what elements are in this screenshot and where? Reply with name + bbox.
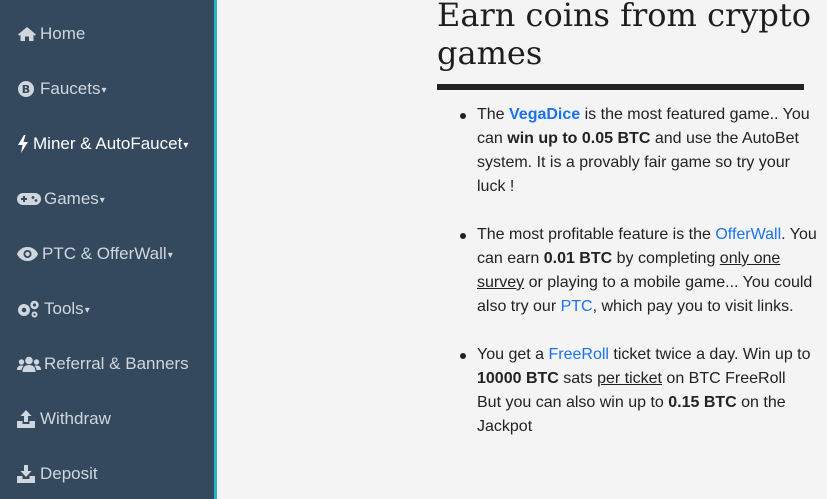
ptc-link[interactable]: PTC [561, 298, 593, 315]
text: ticket twice a day. Win up to [608, 346, 811, 363]
vegadice-link[interactable]: VegaDice [509, 106, 580, 123]
eye-icon [17, 245, 41, 263]
feature-list: The VegaDice is the most featured game..… [460, 103, 817, 463]
page-title: Earn coins from crypto games [437, 0, 811, 72]
freeroll-link[interactable]: FreeRoll [548, 346, 608, 363]
underlined-text: per ticket [597, 370, 662, 387]
main-content: Earn coins from crypto games The VegaDic… [220, 0, 827, 499]
cogs-icon [17, 300, 43, 318]
download-icon [17, 465, 39, 483]
sidebar-item-label: Miner & AutoFaucet [33, 134, 183, 153]
sidebar-item-label: Tools [44, 299, 84, 318]
dropdown-caret: ▾ [84, 305, 90, 316]
sidebar-item-miner-autofaucet[interactable]: Miner & AutoFaucet ▾ [17, 134, 188, 154]
highlight-text: win up to 0.05 BTC [507, 130, 651, 147]
sidebar-item-label: Home [40, 24, 86, 43]
text: You get a [477, 346, 549, 363]
sidebar-item-label: Withdraw [40, 409, 111, 428]
dropdown-caret: ▾ [183, 140, 189, 151]
sidebar-item-games[interactable]: Games ▾ [17, 189, 105, 209]
sidebar: Home B Faucets ▾ Miner & AutoFaucet ▾ Ga… [0, 0, 217, 499]
highlight-text: 10000 BTC [477, 370, 559, 387]
sidebar-item-faucets[interactable]: B Faucets ▾ [17, 79, 107, 99]
dropdown-caret: ▾ [101, 85, 107, 96]
dropdown-caret: ▾ [167, 250, 173, 261]
sidebar-item-label: Games [44, 189, 99, 208]
home-icon [17, 25, 39, 43]
list-item-vegadice: The VegaDice is the most featured game..… [460, 103, 817, 199]
text: sats [558, 370, 598, 387]
svg-text:B: B [22, 83, 30, 96]
text: by completing [612, 250, 720, 267]
sidebar-item-label: Deposit [40, 464, 98, 483]
title-divider [437, 84, 804, 90]
sidebar-item-label: Referral & Banners [44, 354, 189, 373]
sidebar-item-home[interactable]: Home [17, 24, 85, 44]
sidebar-item-referral-banners[interactable]: Referral & Banners [17, 354, 189, 374]
text: The most profitable feature is the [477, 226, 716, 243]
text: on BTC FreeRoll [661, 370, 786, 387]
offerwall-link[interactable]: OfferWall [715, 226, 781, 243]
sidebar-item-tools[interactable]: Tools ▾ [17, 299, 90, 319]
text: , which pay you to visit links. [592, 298, 794, 315]
bolt-icon [17, 135, 32, 153]
upload-icon [17, 410, 39, 428]
sidebar-item-ptc-offerwall[interactable]: PTC & OfferWall ▾ [17, 244, 173, 264]
text: The [477, 106, 510, 123]
bitcoin-icon: B [17, 80, 39, 98]
users-icon [17, 355, 43, 373]
sidebar-item-label: PTC & OfferWall [42, 244, 167, 263]
sidebar-item-deposit[interactable]: Deposit [17, 464, 98, 484]
highlight-text: 0.15 BTC [668, 394, 737, 411]
highlight-text: 0.01 BTC [543, 250, 613, 267]
gamepad-icon [17, 190, 43, 208]
list-item-offerwall: The most profitable feature is the Offer… [460, 223, 817, 319]
text: But you can also win up to [477, 394, 669, 411]
sidebar-item-label: Faucets [40, 79, 101, 98]
list-item-freeroll: You get a FreeRoll ticket twice a day. W… [460, 343, 817, 439]
dropdown-caret: ▾ [99, 195, 105, 206]
sidebar-item-withdraw[interactable]: Withdraw [17, 409, 111, 429]
